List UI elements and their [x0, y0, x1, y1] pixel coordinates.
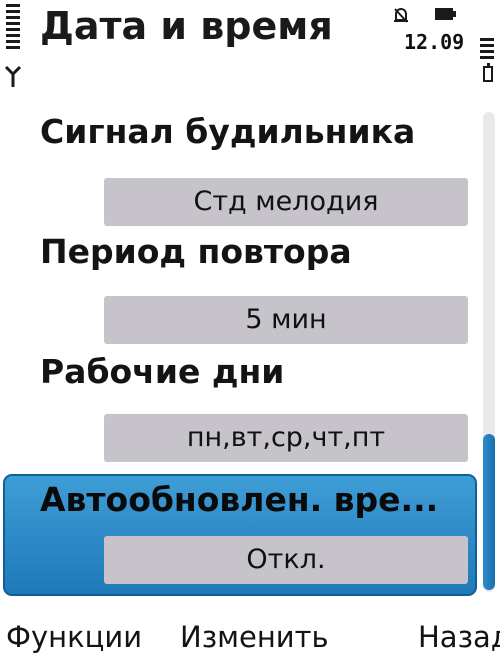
back-softkey[interactable]: Назад — [418, 620, 500, 654]
setting-value[interactable]: 5 мин — [104, 296, 468, 344]
setting-value[interactable]: Откл. — [104, 536, 468, 584]
change-softkey[interactable]: Изменить — [180, 620, 329, 654]
clock: 12.09 — [404, 30, 465, 54]
battery-cell-icon — [483, 63, 493, 82]
page-title: Дата и время — [40, 4, 333, 48]
setting-label: Рабочие дни — [40, 352, 285, 391]
settings-list: Сигнал будильника Стд мелодия Период пов… — [0, 112, 480, 600]
battery-level-icon — [480, 38, 494, 62]
setting-label: Период повтора — [40, 232, 352, 271]
battery-icon — [435, 8, 456, 20]
setting-value[interactable]: пн,вт,ср,чт,пт — [104, 414, 468, 462]
signal-strength-icon — [6, 4, 20, 52]
antenna-icon — [4, 65, 22, 87]
setting-value[interactable]: Стд мелодия — [104, 178, 468, 226]
setting-label: Сигнал будильника — [40, 112, 416, 151]
options-softkey[interactable]: Функции — [6, 620, 142, 654]
scrollbar-thumb[interactable] — [483, 434, 495, 590]
status-bar: Дата и время 12.09 — [0, 0, 500, 100]
alarm-icon — [394, 8, 408, 23]
setting-label: Автообновлен. вре... — [40, 480, 439, 519]
softkey-bar: Функции Изменить Назад — [0, 612, 500, 666]
